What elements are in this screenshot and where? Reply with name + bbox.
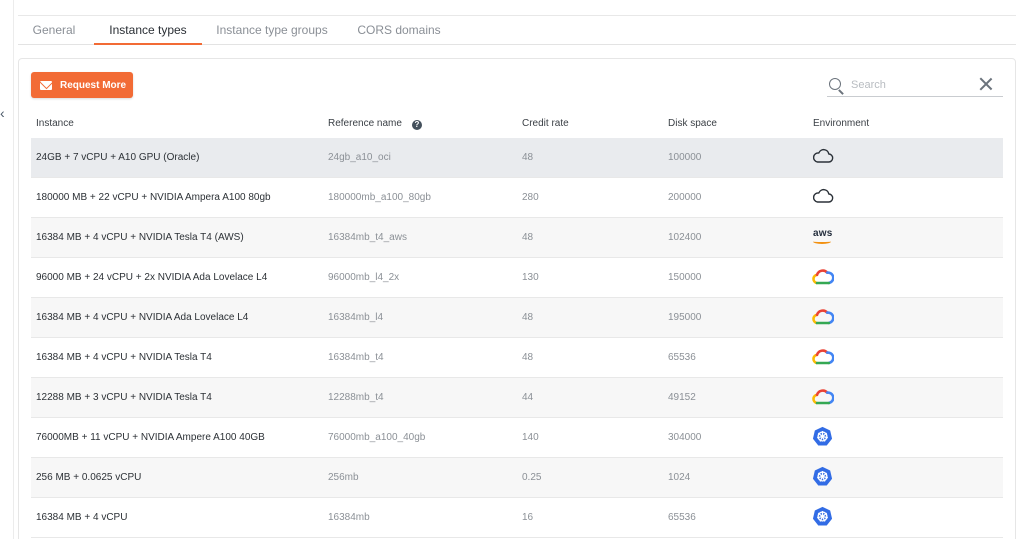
reference-name-cell: 256mb (328, 472, 359, 483)
tab-general[interactable]: General (18, 16, 90, 45)
header-environment[interactable]: Environment (813, 118, 869, 129)
google-cloud-icon (812, 308, 835, 326)
instance-cell: 16384 MB + 4 vCPU (36, 512, 128, 523)
aws-smile-mark (813, 239, 831, 244)
disk-space-cell: 65536 (668, 512, 696, 523)
instance-cell: 76000MB + 11 vCPU + NVIDIA Ampere A100 4… (36, 432, 265, 443)
credit-rate-cell: 44 (522, 392, 534, 403)
reference-name-cell: 16384mb_t4_aws (328, 232, 407, 243)
instance-cell: 16384 MB + 4 vCPU + NVIDIA Ada Lovelace … (36, 312, 249, 323)
disk-space-cell: 102400 (668, 232, 702, 243)
credit-rate-cell: 48 (522, 352, 534, 363)
google-cloud-icon (812, 388, 835, 406)
credit-rate-cell: 48 (522, 312, 534, 323)
aws-logo-text: aws (813, 228, 833, 239)
chevron-left-icon[interactable]: ‹ (0, 106, 10, 120)
reference-name-cell: 76000mb_a100_40gb (328, 432, 426, 443)
kubernetes-icon (812, 426, 834, 446)
mail-icon (40, 80, 52, 90)
credit-rate-cell: 48 (522, 152, 534, 163)
kubernetes-icon (812, 506, 834, 526)
google-cloud-icon (812, 348, 835, 366)
table-row[interactable]: 16384 MB + 4 vCPU + NVIDIA Tesla T4 (AWS… (31, 218, 1003, 258)
reference-name-cell: 96000mb_l4_2x (328, 272, 400, 283)
disk-space-cell: 49152 (668, 392, 696, 403)
credit-rate-cell: 16 (522, 512, 534, 523)
instance-types-panel: Request More Instance Reference name? Cr… (18, 58, 1016, 539)
instance-cell: 16384 MB + 4 vCPU + NVIDIA Tesla T4 (36, 352, 212, 363)
credit-rate-cell: 280 (522, 192, 539, 203)
disk-space-cell: 195000 (668, 312, 702, 323)
credit-rate-cell: 0.25 (522, 472, 542, 483)
cloud-icon (812, 188, 834, 206)
disk-space-cell: 100000 (668, 152, 702, 163)
disk-space-cell: 304000 (668, 432, 702, 443)
reference-name-cell: 16384mb_t4 (328, 352, 384, 363)
search-icon (829, 78, 841, 90)
header-reference-name[interactable]: Reference name? (328, 118, 422, 130)
tab-instance-type-groups[interactable]: Instance type groups (208, 16, 336, 45)
google-cloud-icon (812, 268, 835, 286)
close-icon[interactable] (979, 77, 993, 91)
table-row[interactable]: 256 MB + 0.0625 vCPU 256mb 0.25 1024 (31, 458, 1003, 498)
table-row[interactable]: 16384 MB + 4 vCPU + NVIDIA Ada Lovelace … (31, 298, 1003, 338)
request-more-button[interactable]: Request More (31, 72, 133, 98)
reference-name-cell: 180000mb_a100_80gb (328, 192, 431, 203)
reference-name-cell: 16384mb (328, 512, 370, 523)
credit-rate-cell: 48 (522, 232, 534, 243)
table-header: Instance Reference name? Credit rate Dis… (31, 114, 1003, 138)
header-reference-label: Reference name (328, 118, 402, 129)
table-row[interactable]: 16384 MB + 4 vCPU 16384mb 16 65536 (31, 498, 1003, 538)
disk-space-cell: 1024 (668, 472, 691, 483)
table-row[interactable]: 180000 MB + 22 vCPU + NVIDIA Ampera A100… (31, 178, 1003, 218)
instance-cell: 180000 MB + 22 vCPU + NVIDIA Ampera A100… (36, 192, 271, 203)
credit-rate-cell: 140 (522, 432, 539, 443)
tab-bar: General Instance types Instance type gro… (18, 15, 1016, 45)
header-credit-rate[interactable]: Credit rate (522, 118, 569, 129)
tab-cors-domains[interactable]: CORS domains (348, 16, 450, 45)
header-disk-space[interactable]: Disk space (668, 118, 717, 129)
search-input[interactable] (851, 76, 971, 94)
disk-space-cell: 200000 (668, 192, 702, 203)
reference-name-cell: 24gb_a10_oci (328, 152, 391, 163)
disk-space-cell: 65536 (668, 352, 696, 363)
table-row[interactable]: 16384 MB + 4 vCPU + NVIDIA Tesla T4 16384… (31, 338, 1003, 378)
left-sidebar-edge (0, 0, 14, 539)
aws-icon: aws (812, 228, 834, 246)
disk-space-cell: 150000 (668, 272, 702, 283)
table-row[interactable]: 76000MB + 11 vCPU + NVIDIA Ampere A100 4… (31, 418, 1003, 458)
reference-name-cell: 16384mb_l4 (328, 312, 384, 323)
search-box (827, 75, 1003, 97)
instance-cell: 24GB + 7 vCPU + A10 GPU (Oracle) (36, 152, 200, 163)
help-icon[interactable]: ? (411, 120, 422, 130)
kubernetes-icon (812, 466, 834, 486)
reference-name-cell: 12288mb_t4 (328, 392, 384, 403)
instance-cell: 16384 MB + 4 vCPU + NVIDIA Tesla T4 (AWS… (36, 232, 244, 243)
instance-cell: 12288 MB + 3 vCPU + NVIDIA Tesla T4 (36, 392, 212, 403)
instance-table-body: 24GB + 7 vCPU + A10 GPU (Oracle) 24gb_a10… (31, 138, 1003, 538)
table-row[interactable]: 12288 MB + 3 vCPU + NVIDIA Tesla T4 12288… (31, 378, 1003, 418)
table-row[interactable]: 96000 MB + 24 vCPU + 2x NVIDIA Ada Lovel… (31, 258, 1003, 298)
instance-cell: 256 MB + 0.0625 vCPU (36, 472, 142, 483)
header-instance[interactable]: Instance (36, 118, 74, 129)
cloud-icon (812, 148, 834, 166)
tab-instance-types[interactable]: Instance types (94, 16, 202, 45)
table-row[interactable]: 24GB + 7 vCPU + A10 GPU (Oracle) 24gb_a10… (31, 138, 1003, 178)
instance-cell: 96000 MB + 24 vCPU + 2x NVIDIA Ada Lovel… (36, 272, 268, 283)
request-more-label: Request More (60, 79, 127, 91)
credit-rate-cell: 130 (522, 272, 539, 283)
